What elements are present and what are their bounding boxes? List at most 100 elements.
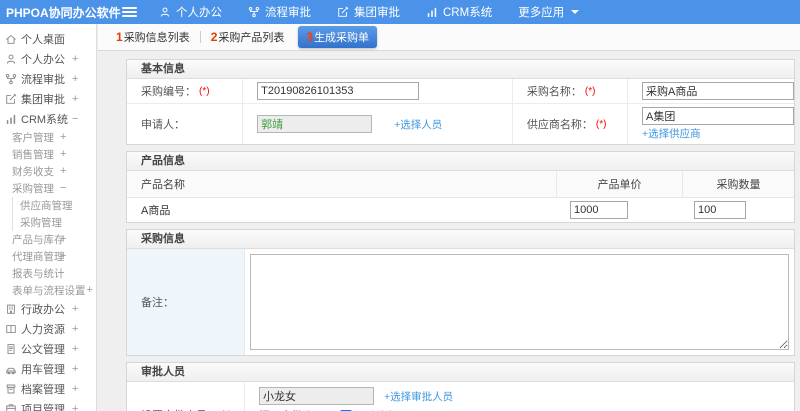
expand-icon[interactable]: + xyxy=(87,285,93,296)
select-person-link[interactable]: +选择人员 xyxy=(394,117,442,132)
sidebar-item-customer-management[interactable]: 客户管理 + xyxy=(0,129,96,146)
expand-icon[interactable]: + xyxy=(72,343,78,355)
expand-icon[interactable]: + xyxy=(72,383,78,395)
nav-label: CRM系统 xyxy=(443,7,493,19)
tab-generate-purchase-order[interactable]: 3 生成采购单 xyxy=(298,26,378,48)
sidebar-item-label: 产品与库存 xyxy=(12,234,65,246)
sidebar-item-personal-desktop[interactable]: 个人桌面 xyxy=(0,29,96,49)
column-product-price: 产品单价 xyxy=(556,171,682,197)
collapse-icon[interactable]: − xyxy=(60,183,66,194)
project-icon xyxy=(5,403,17,411)
sidebar-item-reports-statistics[interactable]: 报表与统计 xyxy=(0,265,96,282)
tab-purchase-info-list[interactable]: 1 采购信息列表 xyxy=(106,29,200,45)
sidebar-item-agent-management[interactable]: 代理商管理 + xyxy=(0,248,96,265)
nav-workflow-approval[interactable]: 流程审批 xyxy=(248,4,311,20)
tab-number: 3 xyxy=(306,30,314,44)
caret-down-icon xyxy=(571,10,580,14)
nav-personal-office[interactable]: 个人办公 xyxy=(159,4,222,20)
section-basic-info: 基本信息 采购编号： (*) 采购名称： (*) 申 xyxy=(126,59,795,145)
chart-icon xyxy=(426,6,438,18)
sidebar-item-label: 报表与统计 xyxy=(12,268,65,280)
expand-icon[interactable]: + xyxy=(72,73,78,85)
remark-textarea[interactable] xyxy=(250,254,789,350)
select-supplier-link[interactable]: +选择供应商 xyxy=(642,126,701,141)
sidebar: 个人桌面 个人办公 + 流程审批 + 集团审批 + CRM系统 − 客户管理 + 销售管理 + 财务收支 +… xyxy=(0,24,97,411)
product-name-cell: A商品 xyxy=(141,205,171,217)
expand-icon[interactable]: + xyxy=(60,132,66,143)
sidebar-item-personal-office[interactable]: 个人办公 + xyxy=(0,49,96,69)
tab-strip: 1 采购信息列表 2 采购产品列表 3 生成采购单 xyxy=(98,24,800,51)
purchase-name-input[interactable] xyxy=(642,82,794,100)
expand-icon[interactable]: + xyxy=(60,166,66,177)
sidebar-item-label: 流程审批 xyxy=(21,74,65,86)
expand-icon[interactable]: + xyxy=(60,149,66,160)
nav-crm-system[interactable]: CRM系统 xyxy=(426,4,492,20)
sidebar-item-label: 表单与流程设置 xyxy=(12,285,86,297)
sidebar-item-project-management[interactable]: 项目管理 + xyxy=(0,399,96,411)
column-purchase-qty: 采购数量 xyxy=(682,171,794,197)
sidebar-item-document-management[interactable]: 公文管理 + xyxy=(0,339,96,359)
applicant-input[interactable] xyxy=(257,115,373,133)
purchase-no-input[interactable] xyxy=(257,82,420,100)
sidebar-item-finance-income-expense[interactable]: 财务收支 + xyxy=(0,163,96,180)
select-approver-link[interactable]: +选择审批人员 xyxy=(384,389,453,404)
sidebar-menu: 个人桌面 个人办公 + 流程审批 + 集团审批 + CRM系统 − 客户管理 + 销售管理 + 财务收支 +… xyxy=(0,24,96,411)
form-container: 基本信息 采购编号： (*) 采购名称： (*) 申 xyxy=(126,59,795,411)
sidebar-item-label: 集团审批 xyxy=(21,94,65,106)
topbar: PHPOA协同办公软件 个人办公 流程审批 集团审批 CRM系统 更多应用 xyxy=(0,0,800,24)
collapse-icon[interactable]: − xyxy=(72,113,78,125)
sidebar-item-administrative-office[interactable]: 行政办公 + xyxy=(0,299,96,319)
expand-icon[interactable]: + xyxy=(72,93,78,105)
sidebar-item-purchase-management-sub[interactable]: 采购管理 xyxy=(12,214,96,231)
app-logo: PHPOA协同办公软件 xyxy=(6,5,121,20)
sidebar-item-supplier-management[interactable]: 供应商管理 xyxy=(12,197,96,214)
expand-icon[interactable]: + xyxy=(72,303,78,315)
tab-label: 生成采购单 xyxy=(314,32,370,44)
chart-icon xyxy=(5,113,17,125)
section-purchase-info: 采购信息 备注： xyxy=(126,229,795,356)
sidebar-item-form-workflow-settings[interactable]: 表单与流程设置 + xyxy=(0,282,96,299)
sidebar-item-label: 客户管理 xyxy=(12,132,54,144)
sidebar-item-archive-management[interactable]: 档案管理 + xyxy=(0,379,96,399)
sidebar-item-crm-system[interactable]: CRM系统 − xyxy=(0,109,96,129)
nav-group-approval[interactable]: 集团审批 xyxy=(337,4,400,20)
product-table-row: A商品 xyxy=(127,198,794,222)
sidebar-item-purchase-management[interactable]: 采购管理 − xyxy=(0,180,96,197)
sidebar-item-label: 用车管理 xyxy=(21,364,65,376)
supplier-name-label: 供应商名称： (*) xyxy=(511,104,627,144)
product-price-input[interactable] xyxy=(570,201,628,219)
sidebar-item-group-approval[interactable]: 集团审批 + xyxy=(0,89,96,109)
supplier-name-input[interactable] xyxy=(642,107,794,125)
car-icon xyxy=(5,363,17,375)
main-area: 1 采购信息列表 2 采购产品列表 3 生成采购单 基本信息 采购编号： (*) xyxy=(98,24,800,411)
section-approver: 审批人员 设置审批人员： (*) +选择审批人员 提醒审批人员： 短消息提示 xyxy=(126,362,795,411)
hamburger-menu-icon[interactable] xyxy=(122,7,137,17)
edit-icon xyxy=(5,93,17,105)
section-approver-title: 审批人员 xyxy=(127,363,794,382)
expand-icon[interactable]: + xyxy=(72,403,78,411)
expand-icon[interactable]: + xyxy=(72,53,78,65)
expand-icon[interactable]: + xyxy=(60,251,66,262)
sidebar-item-label: 档案管理 xyxy=(21,384,65,396)
sidebar-item-workflow-approval[interactable]: 流程审批 + xyxy=(0,69,96,89)
sidebar-item-label: 采购管理 xyxy=(20,217,62,229)
expand-icon[interactable]: + xyxy=(72,363,78,375)
top-nav: 个人办公 流程审批 集团审批 CRM系统 更多应用 xyxy=(159,4,605,20)
nav-more-apps[interactable]: 更多应用 xyxy=(518,4,580,20)
sidebar-item-sales-management[interactable]: 销售管理 + xyxy=(0,146,96,163)
sidebar-item-product-inventory[interactable]: 产品与库存 + xyxy=(0,231,96,248)
tab-label: 采购信息列表 xyxy=(123,32,190,44)
sidebar-item-vehicle-management[interactable]: 用车管理 + xyxy=(0,359,96,379)
expand-icon[interactable]: + xyxy=(72,323,78,335)
remark-label: 备注： xyxy=(127,249,245,355)
tab-purchase-product-list[interactable]: 2 采购产品列表 xyxy=(201,29,295,45)
user-icon xyxy=(5,53,17,65)
required-mark: (*) xyxy=(595,118,607,130)
sidebar-item-human-resources[interactable]: 人力资源 + xyxy=(0,319,96,339)
nav-label: 更多应用 xyxy=(518,7,565,19)
purchase-qty-input[interactable] xyxy=(694,201,746,219)
nav-label: 流程审批 xyxy=(265,7,311,19)
approver-input[interactable] xyxy=(259,387,374,405)
expand-icon[interactable]: + xyxy=(60,234,66,245)
section-product-info-title: 产品信息 xyxy=(127,152,794,171)
